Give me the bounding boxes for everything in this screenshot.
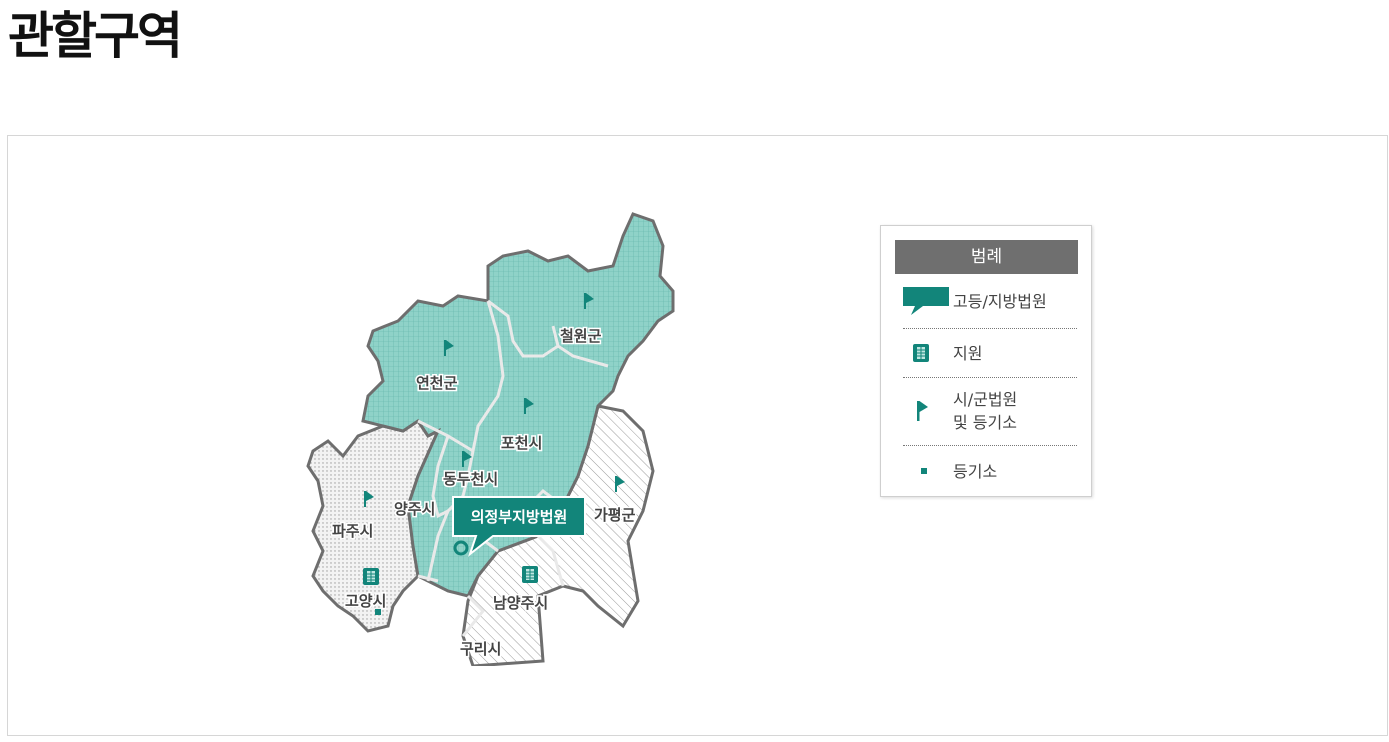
region-label-namyangju: 남양주시: [493, 594, 548, 612]
legend-label: 등기소: [953, 461, 998, 481]
legend-item-branch-court: 지원: [903, 340, 1079, 366]
legend-label: 지원: [953, 343, 983, 363]
legend-title: 범례: [895, 240, 1078, 274]
page-title: 관할구역: [8, 7, 183, 65]
jurisdiction-map: 의정부지방법원 철원군 연천군 포천시 동두천시 양주시 파주시 고양시 가평군…: [306, 212, 675, 666]
region-label-paju: 파주시: [332, 522, 373, 540]
region-label-yeoncheon: 연천군: [416, 374, 458, 392]
legend-label: 시/군법원 및 등기소: [953, 388, 1017, 434]
building-icon: [363, 568, 379, 585]
legend-divider: [903, 445, 1077, 446]
legend-item-registry: 등기소: [903, 458, 1079, 484]
region-label-gapyeong: 가평군: [594, 506, 636, 524]
region-label-yangju: 양주시: [394, 500, 435, 518]
speech-flag-icon: [903, 287, 949, 315]
region-label-pocheon: 포천시: [501, 434, 542, 452]
square-dot-icon: [921, 468, 927, 474]
legend-label: 고등/지방법원: [953, 291, 1047, 311]
region-label-dongducheon: 동두천시: [443, 470, 498, 488]
region-label-goyang: 고양시: [345, 592, 386, 610]
map-panel: 의정부지방법원 철원군 연천군 포천시 동두천시 양주시 파주시 고양시 가평군…: [7, 135, 1388, 736]
legend-divider: [903, 328, 1077, 329]
legend-item-high-district-court: 고등/지방법원: [903, 284, 1079, 318]
region-label-guri: 구리시: [460, 640, 501, 658]
legend-label-line: 시/군법원: [953, 390, 1018, 409]
building-icon: [522, 566, 538, 583]
flag-icon: [917, 401, 928, 421]
legend-label-line: 및 등기소: [953, 413, 1017, 432]
court-callout-label: 의정부지방법원: [471, 508, 568, 526]
building-icon: [913, 344, 929, 362]
region-label-cheorwon: 철원군: [560, 327, 602, 345]
legend-item-municipal-court: 시/군법원 및 등기소: [903, 386, 1079, 436]
legend-box: 범례 고등/지방법원 지원 시/군법원 및 등기소 등기소: [880, 225, 1092, 497]
legend-divider: [903, 377, 1077, 378]
